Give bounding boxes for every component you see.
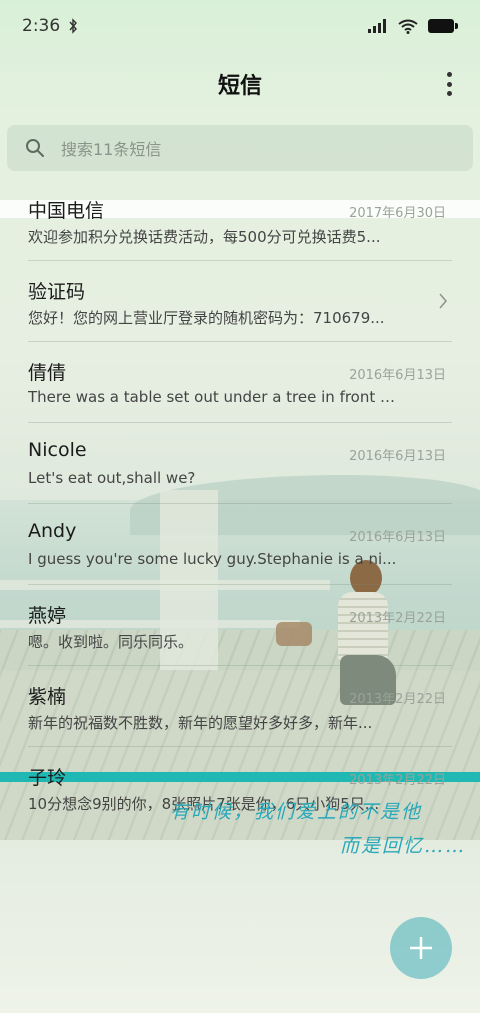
search-icon	[26, 139, 44, 157]
conversation-row[interactable]: Nicole 2016年6月13日 Let's eat out,shall we…	[28, 423, 452, 504]
conversation-list: 中国电信 2017年6月30日 欢迎参加积分兑换话费活动，每500分可兑换话费5…	[0, 180, 480, 827]
wifi-icon	[398, 19, 418, 34]
plus-icon	[410, 937, 432, 959]
battery-icon	[428, 19, 458, 33]
bluetooth-icon	[69, 18, 78, 34]
signal-icon	[368, 19, 386, 33]
conversation-date: 2013年2月22日	[349, 611, 446, 626]
conversation-date: 2017年6月30日	[349, 206, 446, 221]
wallpaper-handwriting: 有时候，我们爱上的不是他 而是回忆……	[160, 795, 480, 863]
search-placeholder: 搜索11条短信	[61, 140, 162, 159]
conversation-preview: I guess you're some lucky guy.Stephanie …	[28, 550, 397, 568]
conversation-row[interactable]: Andy 2016年6月13日 I guess you're some luck…	[28, 504, 452, 585]
conversation-sender: 验证码	[28, 281, 86, 303]
conversation-preview: Let's eat out,shall we?	[28, 469, 196, 487]
conversation-sender: Andy	[28, 520, 77, 542]
conversation-sender: Nicole	[28, 439, 87, 461]
conversation-row[interactable]: 倩倩 2016年6月13日 There was a table set out …	[28, 342, 452, 423]
conversation-date: 2016年6月13日	[349, 530, 446, 545]
conversation-sender: 中国电信	[28, 200, 105, 222]
conversation-preview: 您好！您的网上营业厅登录的随机密码为：710679...	[28, 309, 385, 327]
conversation-sender: 燕婷	[28, 605, 67, 627]
conversation-sender: 倩倩	[28, 362, 67, 384]
handwriting-line: 而是回忆……	[340, 835, 467, 857]
page-title: 短信	[217, 74, 262, 99]
conversation-date: 2016年6月13日	[349, 449, 446, 464]
more-vert-icon[interactable]	[444, 72, 454, 96]
conversation-preview: 欢迎参加积分兑换话费活动，每500分可兑换话费5...	[28, 228, 381, 246]
conversation-date: 2013年2月22日	[349, 773, 446, 788]
handwriting-line: 有时候，我们爱上的不是他	[170, 801, 423, 823]
conversation-sender: 子玲	[28, 767, 67, 789]
conversation-date: 2016年6月13日	[349, 368, 446, 383]
app-header: 短信	[0, 52, 480, 116]
conversation-row[interactable]: 紫楠 2013年2月22日 新年的祝福数不胜数，新年的愿望好多好多，新年...	[28, 666, 452, 747]
chevron-right-icon	[439, 293, 447, 309]
conversation-row[interactable]: 燕婷 2013年2月22日 嗯。收到啦。同乐同乐。	[28, 585, 452, 666]
conversation-row[interactable]: 验证码 您好！您的网上营业厅登录的随机密码为：710679...	[28, 261, 452, 342]
status-time: 2:36	[22, 16, 61, 36]
conversation-preview: 新年的祝福数不胜数，新年的愿望好多好多，新年...	[28, 714, 373, 732]
conversation-date: 2013年2月22日	[349, 692, 446, 707]
conversation-preview: 嗯。收到啦。同乐同乐。	[28, 633, 194, 651]
conversation-row[interactable]: 中国电信 2017年6月30日 欢迎参加积分兑换话费活动，每500分可兑换话费5…	[28, 180, 452, 261]
search-input[interactable]: 搜索11条短信	[7, 125, 473, 171]
conversation-sender: 紫楠	[28, 686, 67, 708]
conversation-preview: There was a table set out under a tree i…	[28, 388, 398, 406]
compose-button[interactable]	[390, 917, 452, 979]
status-bar: 2:36	[0, 0, 480, 52]
